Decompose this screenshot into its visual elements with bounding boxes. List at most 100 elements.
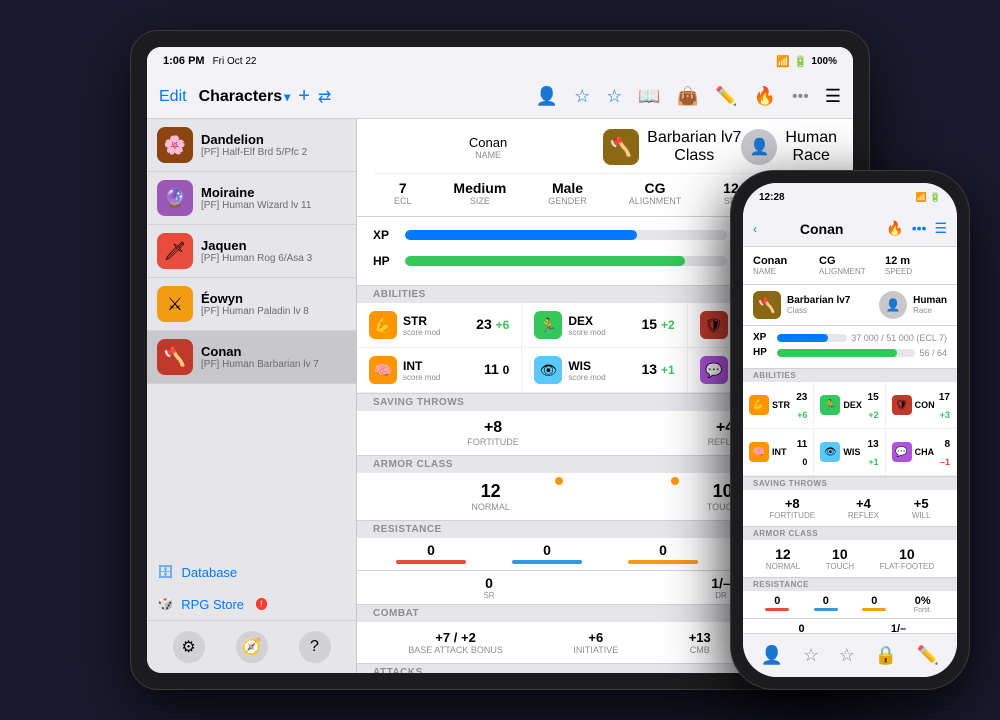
char-item-eowyn[interactable]: ⚔ Éowyn [PF] Human Paladin lv 8 xyxy=(147,278,356,331)
star-icon-2[interactable]: ☆ xyxy=(606,86,622,107)
iphone-wis-icon: 👁 xyxy=(820,442,840,462)
store-button[interactable]: 🎲 RPG Store ! xyxy=(147,588,356,620)
sr-item: 0 SR xyxy=(373,575,605,600)
iphone-ac-header: ARMOR CLASS xyxy=(743,527,957,540)
iphone-tab-star2[interactable]: ☆ xyxy=(839,645,855,666)
iphone-abilities: 💪 STR 23 +6 🏃 DEX 15 +2 🛡 xyxy=(743,382,957,477)
xp-bar-fill xyxy=(405,230,637,240)
status-time: 1:06 PM xyxy=(163,55,205,67)
more-icon[interactable]: ••• xyxy=(792,88,809,106)
store-badge: ! xyxy=(256,598,267,610)
xp-bar-track xyxy=(405,230,727,240)
iphone-resist-acid: 0% Fortif. xyxy=(899,595,948,614)
help-icon[interactable]: ? xyxy=(299,631,331,663)
iphone-con-icon: 🛡 xyxy=(892,395,912,415)
iphone-cha-scores: 8 –1 xyxy=(937,434,950,470)
char-info-conan: Conan [PF] Human Barbarian lv 7 xyxy=(201,344,346,370)
iphone-tab-pen[interactable]: ✏️ xyxy=(917,645,939,666)
char-info-jaquen: Jaquen [PF] Human Rog 6/Asa 3 xyxy=(201,238,346,264)
iphone-nav: ‹ Conan 🔥 ••• ☰ xyxy=(743,211,957,247)
status-icons: 📶 🔋 100% xyxy=(776,55,837,68)
iphone-title: Conan xyxy=(761,221,882,237)
bag-icon[interactable]: 👜 xyxy=(677,86,699,107)
iphone-tab-character[interactable]: 👤 xyxy=(761,645,783,666)
iphone-cha[interactable]: 💬 CHA 8 –1 xyxy=(886,429,957,476)
iphone-int[interactable]: 🧠 INT 11 0 xyxy=(743,429,814,476)
fire-icon[interactable]: 🔥 xyxy=(754,86,776,107)
iphone-dex[interactable]: 🏃 DEX 15 +2 xyxy=(814,382,885,429)
iphone-str[interactable]: 💪 STR 23 +6 xyxy=(743,382,814,429)
pen-icon[interactable]: ✏️ xyxy=(715,86,737,107)
iphone-resist-cold: 0 xyxy=(802,595,851,614)
iphone-bars: XP 37 000 / 51 000 (ECL 7) HP 56 / 64 xyxy=(743,326,957,369)
iphone-ac-normal: 12 Normal xyxy=(766,546,800,571)
ac-normal: 12 Normal xyxy=(471,481,510,512)
add-button[interactable]: + xyxy=(298,85,310,108)
cha-icon: 💬 xyxy=(700,356,728,384)
resist-cold-bar xyxy=(512,560,582,564)
iphone-back-button[interactable]: ‹ xyxy=(753,222,757,236)
char-item-jaquen[interactable]: 🗡 Jaquen [PF] Human Rog 6/Asa 3 xyxy=(147,225,356,278)
iphone-nav-icons: 🔥 ••• ☰ xyxy=(886,220,947,237)
ability-dex[interactable]: 🏃 DEX score mod 15 +2 xyxy=(522,303,687,348)
iphone-tab-star1[interactable]: ☆ xyxy=(803,645,819,666)
move-icon[interactable]: ⇄ xyxy=(318,87,331,107)
ability-wis[interactable]: 👁 WIS score mod 13 +1 xyxy=(522,348,687,393)
iphone-list-icon[interactable]: ☰ xyxy=(934,220,947,237)
iphone-more-icon[interactable]: ••• xyxy=(912,220,927,237)
star-icon-1[interactable]: ☆ xyxy=(574,86,590,107)
iphone-fire-icon[interactable]: 🔥 xyxy=(886,220,903,237)
iphone-resist-elec: 0 xyxy=(850,595,899,614)
char-item-dandelion[interactable]: 🌸 Dandelion [PF] Half-Elf Brd 5/Pfc 2 xyxy=(147,119,356,172)
dex-icon: 🏃 xyxy=(534,311,562,339)
char-avatar-moiraine: 🔮 xyxy=(157,180,193,216)
iphone-ac-touch: 10 Touch xyxy=(826,546,854,571)
nav-chevron-icon: ▾ xyxy=(284,90,290,104)
nav-title: Characters ▾ xyxy=(199,88,291,106)
iphone-abilities-header: ABILITIES xyxy=(743,369,957,382)
iphone-wis[interactable]: 👁 WIS 13 +1 xyxy=(814,429,885,476)
iphone-tab-lock[interactable]: 🔒 xyxy=(875,645,897,666)
iphone-con[interactable]: 🛡 CON 17 +3 xyxy=(886,382,957,429)
iphone-str-icon: 💪 xyxy=(749,395,769,415)
char-avatar-conan: 🪓 xyxy=(157,339,193,375)
ability-int[interactable]: 🧠 INT score mod 11 0 xyxy=(357,348,522,393)
ability-str[interactable]: 💪 STR score mod 23 +6 xyxy=(357,303,522,348)
settings-icon[interactable]: ⚙ xyxy=(173,631,205,663)
iphone-status-icons: 📶 🔋 xyxy=(916,192,941,203)
iphone-int-icon: 🧠 xyxy=(749,442,769,462)
stat-size: Medium Size xyxy=(453,180,506,206)
edit-button[interactable]: Edit xyxy=(159,88,187,106)
database-button[interactable]: 🗄 Database xyxy=(147,556,356,588)
wis-icon: 👁 xyxy=(534,356,562,384)
iphone-dr: 1/– DR xyxy=(850,623,947,633)
iphone-dex-scores: 15 +2 xyxy=(865,387,879,423)
iphone-content: Conan Name CG Alignment 12 m Speed 🪓 Bar… xyxy=(743,247,957,633)
char-item-conan[interactable]: 🪓 Conan [PF] Human Barbarian lv 7 xyxy=(147,331,356,384)
iphone-char-info: Conan Name CG Alignment 12 m Speed xyxy=(743,247,957,285)
stat-alignment: CG Alignment xyxy=(629,180,682,206)
character-list: 🌸 Dandelion [PF] Half-Elf Brd 5/Pfc 2 🔮 … xyxy=(147,119,356,556)
iphone-xp-fill xyxy=(777,334,828,342)
character-icon[interactable]: 👤 xyxy=(536,86,558,107)
iphone-back-icon: ‹ xyxy=(753,222,757,236)
iphone-save-will: +5 Will xyxy=(912,496,931,520)
char-name-col: Conan Name xyxy=(373,135,603,160)
iphone-save-fortitude: +8 Fortitude xyxy=(769,496,815,520)
list-icon[interactable]: ☰ xyxy=(825,86,841,107)
wis-scores: 13 +1 xyxy=(642,361,675,379)
iphone-resistance-header: RESISTANCE xyxy=(743,578,957,591)
str-icon: 💪 xyxy=(369,311,397,339)
compass-icon[interactable]: 🧭 xyxy=(236,631,268,663)
char-info-moiraine: Moiraine [PF] Human Wizard lv 11 xyxy=(201,185,346,211)
ac-touch-dot xyxy=(671,477,679,485)
char-header-top: Conan Name 🪓 Barbarian lv7 Class 👤 xyxy=(373,129,837,165)
iphone-sr: 0 SR xyxy=(753,623,850,633)
iphone-saves: +8 Fortitude +4 Reflex +5 Will xyxy=(743,490,957,527)
save-fortitude: +8 Fortitude xyxy=(467,419,518,447)
iphone-status-bar: 12:28 📶 🔋 xyxy=(743,183,957,211)
iphone-info-name: Conan Name xyxy=(753,255,815,276)
ipad-status-bar: 1:06 PM Fri Oct 22 📶 🔋 100% xyxy=(147,47,853,75)
char-item-moiraine[interactable]: 🔮 Moiraine [PF] Human Wizard lv 11 xyxy=(147,172,356,225)
book-icon[interactable]: 📖 xyxy=(638,86,660,107)
